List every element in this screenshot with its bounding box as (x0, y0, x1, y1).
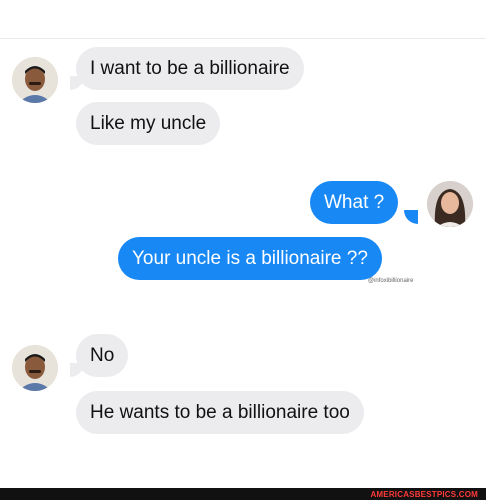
top-divider (0, 38, 486, 39)
message-bubble-received: No (76, 334, 129, 377)
man-avatar-icon (12, 345, 58, 391)
message-text: What ? (324, 192, 385, 213)
watermark: @infoxibillionaire (368, 278, 414, 284)
woman-avatar-icon (427, 181, 473, 227)
message-bubble-received: I want to be a billionaire (76, 47, 304, 90)
bubble-tail (404, 210, 418, 224)
site-watermark: AMERICASBESTPICS.COM (370, 490, 478, 499)
message-text: Your uncle is a billionaire ?? (132, 248, 368, 269)
bubble-tail (70, 76, 84, 90)
message-text: He wants to be a billionaire too (90, 402, 350, 423)
man-avatar-icon (12, 57, 58, 103)
message-bubble-sent: Your uncle is a billionaire ?? (118, 237, 382, 280)
message-text: Like my uncle (90, 113, 207, 134)
message-bubble-received: Like my uncle (76, 102, 221, 145)
message-bubble-sent: What ? (310, 181, 399, 224)
message-text: I want to be a billionaire (90, 58, 290, 79)
bubble-tail (70, 363, 84, 377)
footer-bar: AMERICASBESTPICS.COM (0, 488, 486, 500)
message-text: No (90, 345, 115, 366)
message-bubble-received: He wants to be a billionaire too (76, 391, 364, 434)
